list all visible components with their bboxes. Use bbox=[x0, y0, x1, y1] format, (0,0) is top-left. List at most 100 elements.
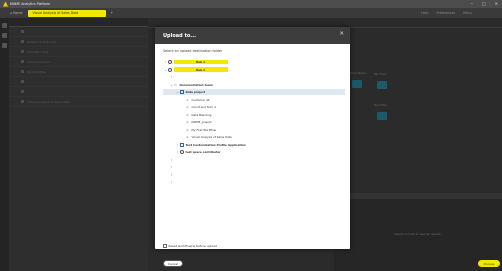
tree-item[interactable]: › bbox=[163, 172, 345, 178]
canvas-node[interactable] bbox=[352, 80, 362, 88]
menu-button[interactable]: Menu bbox=[463, 11, 472, 15]
chevron-right-icon[interactable]: › bbox=[169, 173, 174, 177]
reset-option[interactable]: Reset workflow(s) before upload bbox=[163, 244, 217, 248]
list-item[interactable]: My Workflow bbox=[9, 67, 148, 77]
minimize-icon[interactable]: – bbox=[471, 1, 473, 6]
tree-item-label: Data Blending bbox=[191, 112, 212, 117]
tree-item[interactable]: ⋖ Customer 45 bbox=[163, 97, 345, 103]
tree-item[interactable]: › test space contributor bbox=[163, 149, 345, 155]
workflow-icon: ⋖ bbox=[186, 97, 189, 102]
chevron-right-icon[interactable]: › bbox=[169, 75, 174, 79]
preferences-button[interactable]: Preferences bbox=[436, 11, 455, 15]
node-label: Bar Chart bbox=[374, 73, 387, 76]
tree-item[interactable]: › bbox=[163, 164, 345, 170]
node-label: Row Filter bbox=[374, 104, 387, 107]
tree-item-label: Visual Analysis of Sales Data bbox=[191, 135, 232, 139]
team-icon: ⚇ bbox=[174, 82, 177, 87]
tab-workflow[interactable]: Visual Analysis of Sales Data bbox=[28, 9, 107, 17]
list-item[interactable] bbox=[9, 27, 148, 37]
tree-item[interactable]: › bbox=[163, 179, 345, 185]
tree-item-label: Data project bbox=[185, 90, 206, 94]
node-label: Excel Reader bbox=[350, 72, 367, 75]
tree-item[interactable]: › Text Customization Profile Application bbox=[163, 142, 345, 148]
dialog-title: Upload to... bbox=[163, 32, 197, 39]
node-repository-icon[interactable] bbox=[2, 43, 7, 48]
workflow-icon: ⋖ bbox=[186, 135, 189, 139]
workflow-icon: ⋖ bbox=[186, 120, 189, 124]
title-bar: KNIME Analytics Platform – □ ✕ bbox=[0, 0, 502, 8]
tree-item[interactable]: ⋖ Visual Analysis of Sales Data bbox=[163, 134, 345, 140]
tree-item-label: Hub 1 bbox=[173, 59, 228, 65]
workflow-icon: ⋖ bbox=[186, 105, 189, 109]
canvas-node[interactable] bbox=[377, 81, 387, 89]
tree-item[interactable]: ⌄ Hub 2 bbox=[163, 67, 345, 73]
chevron-right-icon[interactable]: › bbox=[169, 180, 174, 184]
left-nav-bar bbox=[0, 18, 9, 271]
app-tab-bar: ⌂ Home Visual Analysis of Sales Data + H… bbox=[0, 8, 502, 18]
maximize-icon[interactable]: □ bbox=[482, 1, 486, 6]
empty-output-message: Select a node to see its results. bbox=[394, 232, 442, 236]
project-icon bbox=[180, 90, 184, 94]
tree-item[interactable]: › bbox=[163, 74, 345, 80]
tab-label: Visual Analysis of Sales Data bbox=[32, 11, 79, 15]
workflow-icon bbox=[21, 60, 24, 63]
tree-item-label: test space contributor bbox=[185, 150, 221, 154]
close-icon[interactable]: ✕ bbox=[339, 31, 344, 37]
workflow-icon bbox=[21, 50, 24, 53]
hub-icon bbox=[168, 60, 172, 64]
tree-item-label: KNIME_project bbox=[191, 120, 212, 124]
list-item[interactable]: Data Blending bbox=[9, 47, 148, 57]
app-title: KNIME Analytics Platform bbox=[10, 2, 51, 6]
tree-item-label: Customer 45 bbox=[191, 97, 210, 102]
list-item[interactable] bbox=[9, 77, 148, 87]
workflow-icon: ⋖ bbox=[186, 127, 189, 132]
workflow-icon bbox=[21, 80, 24, 83]
tree-item-label: Documentation team bbox=[179, 82, 213, 87]
tree-item[interactable]: › bbox=[163, 157, 345, 163]
chevron-right-icon[interactable]: › bbox=[169, 165, 174, 169]
list-item[interactable]: Count and Sum bbox=[9, 57, 148, 67]
new-tab-button[interactable]: + bbox=[110, 11, 113, 15]
explorer-header bbox=[9, 18, 148, 27]
tree-item[interactable]: ⌄ Data project bbox=[163, 89, 345, 95]
workflow-icon bbox=[21, 100, 24, 103]
dialog-header: Upload to... ✕ bbox=[155, 27, 350, 44]
tree-item[interactable]: ⋖ Data Blending bbox=[163, 112, 345, 118]
canvas-node[interactable] bbox=[377, 112, 387, 120]
home-tab[interactable]: ⌂ Home bbox=[10, 11, 22, 15]
upload-dialog: Upload to... ✕ Select an upload destinat… bbox=[155, 27, 500, 267]
dialog-subtitle: Select an upload destination folder bbox=[163, 49, 223, 53]
tree-item[interactable]: › Hub 1 bbox=[163, 59, 345, 65]
workflow-icon bbox=[21, 90, 24, 93]
list-item[interactable]: Relational Data Set bbox=[9, 37, 148, 47]
reset-checkbox-label: Reset workflow(s) before upload bbox=[168, 244, 217, 248]
window-controls: – □ ✕ bbox=[471, 1, 498, 6]
list-item[interactable] bbox=[9, 87, 148, 97]
project-icon bbox=[180, 142, 184, 147]
tree-item[interactable]: ⋖ My First Workflow bbox=[163, 127, 345, 133]
choose-button[interactable]: Choose bbox=[478, 260, 500, 267]
tree-item[interactable]: ⋖ KNIME_project bbox=[163, 119, 345, 125]
node-output-panel: Select a node to see its results. bbox=[334, 193, 502, 271]
help-button[interactable]: Help bbox=[421, 11, 428, 15]
space-explorer: Relational Data Set Data Blending Count … bbox=[9, 18, 148, 271]
explorer-icon[interactable] bbox=[2, 33, 7, 38]
space-icon bbox=[180, 150, 184, 154]
cancel-button[interactable]: Cancel bbox=[163, 260, 183, 267]
tree-item[interactable]: ⋖ Count and Sum 4 bbox=[163, 104, 345, 110]
workflow-icon: ⋖ bbox=[186, 112, 189, 117]
destination-tree: › Hub 1 ⌄ Hub 2 › ⌄ ⚇ Documentation team ⌄ Data p… bbox=[163, 59, 345, 237]
tree-item-label: My First Workflow bbox=[191, 127, 217, 132]
hub-icon bbox=[168, 67, 172, 72]
top-right-menu: Help Preferences Menu bbox=[421, 11, 472, 15]
description-icon[interactable] bbox=[2, 23, 7, 28]
list-item[interactable]: Visual Analysis of Sales Data bbox=[9, 97, 148, 107]
tree-item-label: Count and Sum 4 bbox=[191, 105, 216, 109]
close-window-icon[interactable]: ✕ bbox=[495, 1, 498, 6]
folder-icon bbox=[21, 30, 24, 33]
panel-header bbox=[334, 193, 502, 199]
tree-item[interactable]: ⌄ ⚇ Documentation team bbox=[163, 82, 345, 88]
chevron-right-icon[interactable]: › bbox=[169, 158, 174, 162]
workflow-icon bbox=[21, 70, 24, 73]
reset-checkbox[interactable] bbox=[163, 244, 167, 248]
